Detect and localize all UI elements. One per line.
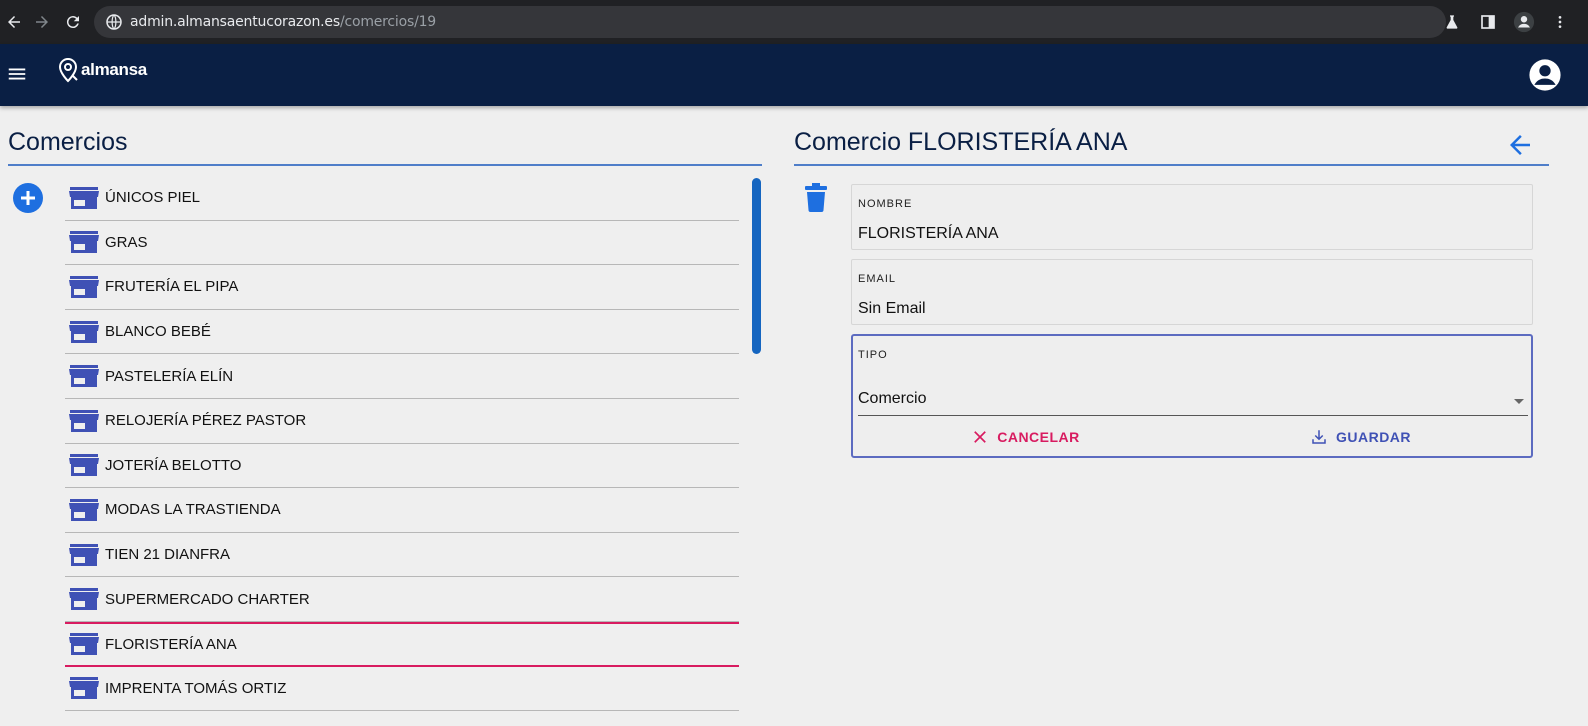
store-icon bbox=[69, 498, 99, 521]
reload-icon[interactable] bbox=[61, 10, 85, 34]
list-item[interactable]: TIEN 21 DIANFRA bbox=[65, 533, 739, 578]
nombre-value[interactable]: FLORISTERÍA ANA bbox=[858, 225, 998, 243]
delete-button[interactable] bbox=[804, 182, 828, 212]
download-icon bbox=[1312, 430, 1326, 444]
close-icon bbox=[974, 431, 987, 443]
add-comercio-button[interactable] bbox=[13, 183, 43, 213]
tipo-select[interactable]: Comercio bbox=[858, 380, 1528, 416]
list-item-label: MODAS LA TRASTIENDA bbox=[105, 501, 281, 519]
url-text: admin.almansaentucorazon.es/comercios/19 bbox=[130, 14, 436, 30]
store-icon bbox=[69, 231, 99, 254]
list-item-label: IMPRENTA TOMÁS ORTIZ bbox=[105, 679, 287, 697]
divider bbox=[8, 164, 762, 166]
account-circle-icon[interactable] bbox=[1528, 58, 1562, 92]
list-item[interactable]: MODAS LA TRASTIENDA bbox=[65, 488, 739, 533]
list-item-label: FRUTERÍA EL PIPA bbox=[105, 278, 239, 296]
page-title: Comercios bbox=[8, 128, 128, 156]
tipo-field: TIPO Comercio CANCELAR GUARDAR bbox=[851, 334, 1533, 458]
comercio-list: ÚNICOS PIEL GRAS FRUTERÍA EL PIPA BLANCO BE… bbox=[65, 176, 739, 712]
back-arrow-button[interactable] bbox=[1505, 130, 1535, 160]
location-pin-icon bbox=[58, 57, 78, 83]
list-item-label: BLANCO BEBÉ bbox=[105, 323, 211, 341]
save-button[interactable]: GUARDAR bbox=[1193, 422, 1528, 452]
add-circle-icon bbox=[13, 183, 43, 213]
more-vert-icon[interactable] bbox=[1548, 10, 1572, 34]
store-icon bbox=[69, 588, 99, 611]
dropdown-caret-icon[interactable] bbox=[1514, 399, 1524, 404]
store-icon bbox=[69, 677, 99, 700]
list-item[interactable]: FRUTERÍA EL PIPA bbox=[65, 265, 739, 310]
store-icon bbox=[69, 320, 99, 343]
list-item[interactable]: JOTERÍA BELOTTO bbox=[65, 444, 739, 489]
hamburger-menu-icon[interactable] bbox=[6, 63, 30, 87]
list-scrollbar[interactable] bbox=[752, 178, 761, 354]
arrow-back-icon bbox=[1510, 135, 1530, 155]
list-item[interactable]: RELOJERÍA PÉREZ PASTOR bbox=[65, 399, 739, 444]
site-info-icon[interactable] bbox=[106, 14, 122, 30]
list-item-label: FLORISTERÍA ANA bbox=[105, 635, 237, 653]
store-icon bbox=[69, 454, 99, 477]
forward-arrow-icon[interactable] bbox=[30, 10, 54, 34]
store-icon bbox=[69, 365, 99, 388]
list-item-label: GRAS bbox=[105, 233, 148, 251]
address-bar[interactable]: admin.almansaentucorazon.es/comercios/19 bbox=[94, 6, 1446, 38]
url-host: admin.almansaentucorazon.es bbox=[130, 14, 340, 30]
cancel-button[interactable]: CANCELAR bbox=[858, 422, 1193, 452]
email-field[interactable]: EMAIL Sin Email bbox=[851, 259, 1533, 325]
list-item[interactable]: IMPRENTA TOMÁS ORTIZ bbox=[65, 667, 739, 712]
divider bbox=[794, 164, 1549, 166]
list-item[interactable]: PASTELERÍA ELÍN bbox=[65, 354, 739, 399]
cancel-label: CANCELAR bbox=[997, 429, 1080, 445]
email-label: EMAIL bbox=[858, 273, 897, 285]
list-item-label: TIEN 21 DIANFRA bbox=[105, 546, 231, 564]
store-icon bbox=[69, 186, 99, 209]
store-icon bbox=[69, 543, 99, 566]
email-value[interactable]: Sin Email bbox=[858, 300, 926, 318]
labs-flask-icon[interactable] bbox=[1440, 10, 1464, 34]
store-icon bbox=[69, 633, 99, 656]
url-path: /comercios/19 bbox=[339, 14, 437, 30]
save-label: GUARDAR bbox=[1335, 429, 1412, 445]
detail-title: Comercio FLORISTERÍA ANA bbox=[794, 128, 1128, 156]
list-item[interactable]: SUPERMERCADO CHARTER bbox=[65, 577, 739, 622]
nombre-field[interactable]: NOMBRE FLORISTERÍA ANA bbox=[851, 184, 1533, 250]
tipo-label: TIPO bbox=[858, 349, 888, 361]
list-item[interactable]: BLANCO BEBÉ bbox=[65, 310, 739, 355]
app-logo[interactable]: almansa bbox=[58, 57, 147, 83]
list-item[interactable]: GRAS bbox=[65, 221, 739, 266]
tipo-value: Comercio bbox=[858, 390, 927, 407]
browser-chrome: admin.almansaentucorazon.es/comercios/19 bbox=[0, 0, 1588, 44]
store-icon bbox=[69, 409, 99, 432]
profile-icon[interactable] bbox=[1512, 10, 1536, 34]
back-arrow-icon[interactable] bbox=[2, 10, 26, 34]
nombre-label: NOMBRE bbox=[858, 198, 913, 210]
list-item-label: SUPERMERCADO CHARTER bbox=[105, 590, 310, 608]
list-item[interactable]: ÚNICOS PIEL bbox=[65, 176, 739, 221]
trash-icon bbox=[805, 183, 827, 212]
side-panel-icon[interactable] bbox=[1476, 10, 1500, 34]
form-actions: CANCELAR GUARDAR bbox=[858, 422, 1528, 452]
app-header: almansa bbox=[0, 44, 1588, 106]
list-item-label: ÚNICOS PIEL bbox=[105, 189, 201, 207]
list-item-label: JOTERÍA BELOTTO bbox=[105, 456, 242, 474]
list-item[interactable]: FLORISTERÍA ANA bbox=[65, 621, 739, 667]
comercios-list-panel: Comercios ÚNICOS PIEL GRAS FRUTERÍA EL PIP… bbox=[8, 106, 772, 726]
comercio-detail-panel: Comercio FLORISTERÍA ANA NOMBRE FLORISTE… bbox=[794, 106, 1554, 726]
list-item-label: PASTELERÍA ELÍN bbox=[105, 367, 234, 385]
logo-text: almansa bbox=[81, 60, 147, 79]
store-icon bbox=[69, 275, 99, 298]
list-item-label: RELOJERÍA PÉREZ PASTOR bbox=[105, 412, 307, 430]
